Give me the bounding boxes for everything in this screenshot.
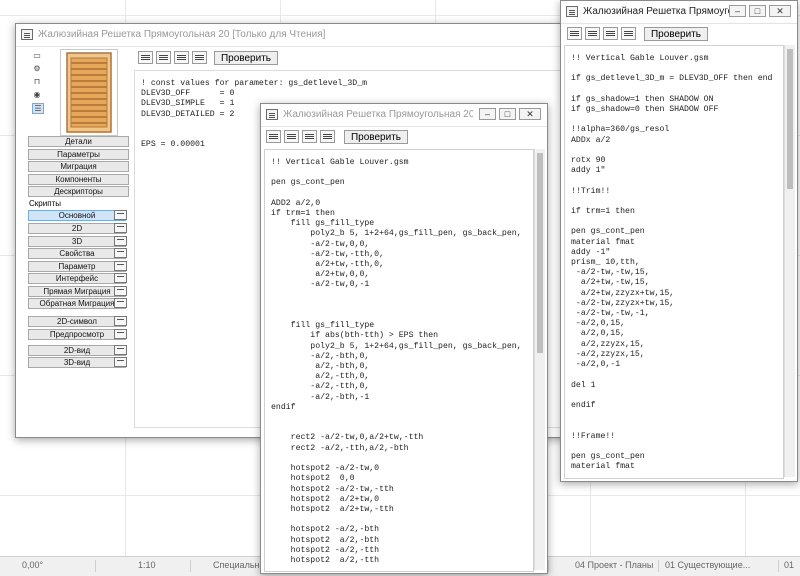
script-2d-scrollbar[interactable] bbox=[534, 149, 545, 570]
object-icon[interactable]: ◉ bbox=[32, 90, 42, 99]
settings-icon[interactable]: ⚙ bbox=[32, 64, 42, 73]
script-2d-window-title: Жалюзийная Решетка Прямоугольная 20 / 2D… bbox=[283, 109, 473, 120]
symbol-2d-button[interactable]: 2D-символ bbox=[28, 316, 126, 327]
script-3d-window: Жалюзийная Решетка Прямоугольная 2... – … bbox=[560, 0, 798, 482]
plan-icon[interactable]: ⊓ bbox=[32, 77, 42, 86]
indent-left-icon[interactable] bbox=[266, 130, 281, 143]
script-3d-editor[interactable]: !! Vertical Gable Louver.gsm if gs_detle… bbox=[564, 45, 784, 479]
indent-right-icon[interactable] bbox=[284, 130, 299, 143]
script-3d-toolbar: Проверить bbox=[561, 24, 797, 46]
view-3d-window-icon[interactable] bbox=[114, 357, 127, 367]
migration-button[interactable]: Миграция bbox=[28, 161, 129, 172]
maximize-button[interactable]: □ bbox=[749, 5, 766, 17]
check-script-button[interactable]: Проверить bbox=[644, 27, 708, 41]
angle-readout: 0,00° bbox=[22, 560, 44, 570]
script-parameter-window-icon[interactable] bbox=[114, 261, 127, 271]
script-3d-button[interactable]: 3D bbox=[28, 236, 126, 247]
parameters-button[interactable]: Параметры bbox=[28, 149, 129, 160]
indent-left-icon[interactable] bbox=[567, 27, 582, 40]
page-readout: 01 bbox=[784, 560, 795, 570]
uncomment-icon[interactable] bbox=[192, 51, 207, 64]
check-script-button[interactable]: Проверить bbox=[344, 130, 408, 144]
script-backward-migration-button[interactable]: Обратная Миграция bbox=[28, 298, 126, 309]
indent-right-icon[interactable] bbox=[156, 51, 171, 64]
details-button[interactable]: Детали bbox=[28, 136, 129, 147]
script-3d-scrollbar[interactable] bbox=[784, 45, 795, 477]
scrollbar-thumb[interactable] bbox=[787, 49, 793, 189]
script-2d-window-icon[interactable] bbox=[114, 223, 127, 233]
script-forward-migration-button[interactable]: Прямая Миграция bbox=[28, 286, 126, 297]
script-parameter-button[interactable]: Параметр bbox=[28, 261, 126, 272]
main-window-title: Жалюзийная Решетка Прямоугольная 20 [Тол… bbox=[38, 29, 326, 40]
script-interface-button[interactable]: Интерфейс bbox=[28, 273, 126, 284]
indent-right-icon[interactable] bbox=[585, 27, 600, 40]
preview-window-icon[interactable] bbox=[114, 329, 127, 339]
script-2d-button[interactable]: 2D bbox=[28, 223, 126, 234]
preview-button[interactable]: Предпросмотр bbox=[28, 329, 126, 340]
symbol-2d-window-icon[interactable] bbox=[114, 316, 127, 326]
main-titlebar[interactable]: Жалюзийная Решетка Прямоугольная 20 [Тол… bbox=[16, 24, 569, 47]
close-button[interactable]: ✕ bbox=[519, 108, 541, 120]
existing-selector[interactable]: 01 Существующие... bbox=[665, 560, 750, 570]
comment-icon[interactable] bbox=[174, 51, 189, 64]
comment-icon[interactable] bbox=[603, 27, 618, 40]
script-3d-text[interactable]: !! Vertical Gable Louver.gsm if gs_detle… bbox=[565, 46, 783, 478]
script-2d-titlebar[interactable]: Жалюзийная Решетка Прямоугольная 20 / 2D… bbox=[261, 104, 547, 127]
script-2d-toolbar: Проверить bbox=[261, 127, 547, 149]
project-selector[interactable]: 04 Проект - Планы bbox=[575, 560, 653, 570]
minimize-button[interactable]: – bbox=[729, 5, 746, 17]
window-icon bbox=[21, 29, 33, 40]
scripts-section-label: Скрипты bbox=[29, 199, 61, 208]
script-3d-window-icon[interactable] bbox=[114, 236, 127, 246]
comment-icon[interactable] bbox=[302, 130, 317, 143]
list-icon[interactable]: ☰ bbox=[32, 103, 44, 114]
script-main-button[interactable]: Основной bbox=[28, 210, 126, 221]
components-button[interactable]: Компоненты bbox=[28, 174, 129, 185]
script-3d-window-title: Жалюзийная Решетка Прямоугольная 2... bbox=[583, 6, 733, 17]
script-2d-text[interactable]: !! Vertical Gable Louver.gsm pen gs_cont… bbox=[265, 150, 533, 571]
minimize-button[interactable]: – bbox=[479, 108, 496, 120]
main-toolbar: Проверить bbox=[134, 48, 554, 70]
indent-left-icon[interactable] bbox=[138, 51, 153, 64]
script-2d-editor[interactable]: !! Vertical Gable Louver.gsm pen gs_cont… bbox=[264, 149, 534, 572]
scale-readout[interactable]: 1:10 bbox=[138, 560, 156, 570]
script-2d-window: Жалюзийная Решетка Прямоугольная 20 / 2D… bbox=[260, 103, 548, 574]
close-button[interactable]: ✕ bbox=[769, 5, 791, 17]
script-interface-window-icon[interactable] bbox=[114, 273, 127, 283]
script-backward-migration-window-icon[interactable] bbox=[114, 298, 127, 308]
maximize-button[interactable]: □ bbox=[499, 108, 516, 120]
object-preview bbox=[60, 49, 118, 136]
script-main-window-icon[interactable] bbox=[114, 210, 127, 220]
view-3d-button[interactable]: 3D-вид bbox=[28, 357, 126, 368]
script-forward-migration-window-icon[interactable] bbox=[114, 286, 127, 296]
window-icon bbox=[266, 109, 278, 120]
window-icon bbox=[566, 6, 578, 17]
uncomment-icon[interactable] bbox=[320, 130, 335, 143]
louver-preview-image bbox=[66, 52, 112, 133]
script-3d-titlebar[interactable]: Жалюзийная Решетка Прямоугольная 2... – … bbox=[561, 1, 797, 24]
descriptors-button[interactable]: Дескрипторы bbox=[28, 186, 129, 197]
script-properties-button[interactable]: Свойства bbox=[28, 248, 126, 259]
uncomment-icon[interactable] bbox=[621, 27, 636, 40]
view-2d-button[interactable]: 2D-вид bbox=[28, 345, 126, 356]
check-script-button[interactable]: Проверить bbox=[214, 51, 278, 65]
view-2d-window-icon[interactable] bbox=[114, 345, 127, 355]
script-properties-window-icon[interactable] bbox=[114, 248, 127, 258]
scrollbar-thumb[interactable] bbox=[537, 153, 543, 353]
page-icon[interactable]: ▭ bbox=[32, 51, 42, 60]
